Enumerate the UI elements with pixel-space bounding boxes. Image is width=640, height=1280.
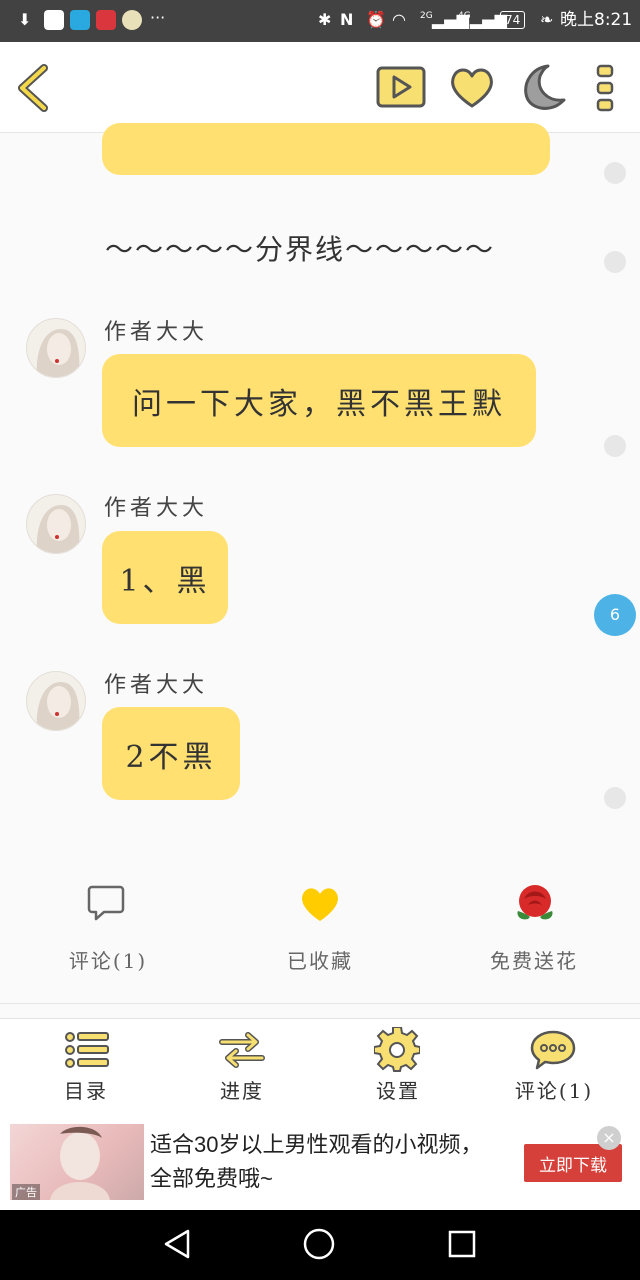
author-avatar[interactable] xyxy=(26,671,86,731)
bluetooth-icon: ✱ xyxy=(318,10,332,29)
nav-settings-label: 设置 xyxy=(376,1079,420,1103)
chat-area: ～～～～～分界线～～～～～ 作者大大 问一下大家，黑不黑王默 作者大大 1、黑 … xyxy=(0,123,640,873)
swap-arrows-icon xyxy=(219,1032,265,1068)
more-vertical-icon[interactable] xyxy=(594,64,616,112)
author-name: 作者大大 xyxy=(104,673,209,698)
alarm-icon: ⏰ xyxy=(366,10,386,29)
comment-icon xyxy=(87,885,125,921)
heart-icon[interactable] xyxy=(448,66,496,110)
reader-toolbar xyxy=(0,42,640,133)
ad-banner[interactable]: 广告 适合30岁以上男性观看的小视频，全部免费哦~ 立即下载 × xyxy=(0,1118,640,1210)
paragraph-comment-dot[interactable] xyxy=(604,251,626,273)
paragraph-comment-dot[interactable] xyxy=(604,787,626,809)
more-notifications-icon: ··· xyxy=(150,8,166,27)
nav-comments[interactable]: 评论(1) xyxy=(474,1019,634,1119)
nav-progress-label: 进度 xyxy=(220,1079,264,1103)
chat-bubble-icon xyxy=(530,1030,576,1070)
gear-icon xyxy=(374,1027,420,1072)
app-icon-1 xyxy=(44,10,64,30)
clock: 晚上8:21 xyxy=(560,10,633,30)
status-bar: ⬇ ··· ✱ N ⏰ ◠ 2G ▂▄▆ 4G ▂▄▆ 74 ❧ 晚上8:21 xyxy=(0,0,640,42)
moon-icon[interactable] xyxy=(518,62,566,112)
heart-filled-icon xyxy=(302,888,338,921)
collected-label: 已收藏 xyxy=(287,949,353,973)
nav-catalog-label: 目录 xyxy=(64,1079,108,1103)
back-triangle-icon[interactable] xyxy=(162,1228,194,1260)
comment-count-badge[interactable]: 6 xyxy=(594,594,636,636)
wifi-icon: ◠ xyxy=(392,10,406,29)
author-avatar[interactable] xyxy=(26,318,86,378)
paragraph-comment-dot[interactable] xyxy=(604,162,626,184)
comment-button[interactable]: 评论(1) xyxy=(28,873,188,993)
section-divider: ～～～～～分界线～～～～～ xyxy=(104,233,495,266)
author-avatar[interactable] xyxy=(26,494,86,554)
paragraph-comment-dot[interactable] xyxy=(604,435,626,457)
author-name: 作者大大 xyxy=(104,496,209,521)
play-icon[interactable] xyxy=(376,66,426,110)
download-icon: ⬇ xyxy=(18,10,32,29)
ad-text: 适合30岁以上男性观看的小视频，全部免费哦~ xyxy=(150,1132,483,1191)
list-icon xyxy=(65,1032,109,1068)
network-2g-label: 2G xyxy=(420,11,433,21)
app-icon-4 xyxy=(122,10,142,30)
nav-catalog[interactable]: 目录 xyxy=(6,1019,166,1119)
send-flower-button[interactable]: 免费送花 xyxy=(454,873,614,993)
leaf-icon: ❧ xyxy=(540,10,554,29)
nav-settings[interactable]: 设置 xyxy=(318,1019,478,1119)
app-icon-3 xyxy=(96,10,116,30)
recents-square-icon[interactable] xyxy=(446,1228,478,1260)
battery-level: 74 xyxy=(500,11,526,29)
message-bubble: 2不黑 xyxy=(102,707,240,800)
back-chevron-icon[interactable] xyxy=(14,64,54,112)
message-bubble: 1、黑 xyxy=(102,531,228,624)
reader-bottom-nav: 目录 进度 设置 评论(1) xyxy=(0,1018,640,1119)
collect-button[interactable]: 已收藏 xyxy=(240,873,400,993)
system-navigation-bar xyxy=(0,1210,640,1280)
comment-label: 评论(1) xyxy=(68,949,148,973)
nav-progress[interactable]: 进度 xyxy=(162,1019,322,1119)
message-bubble-partial xyxy=(102,123,550,175)
author-name: 作者大大 xyxy=(104,320,209,345)
network-4g-label: 4G xyxy=(458,11,471,21)
message-bubble: 问一下大家，黑不黑王默 xyxy=(102,354,536,447)
nfc-icon: N xyxy=(340,10,354,29)
ad-close-icon[interactable]: × xyxy=(597,1126,621,1150)
chapter-actions: 评论(1) 已收藏 免费送花 xyxy=(0,873,640,1004)
nav-comments-label: 评论(1) xyxy=(514,1079,594,1103)
flower-label: 免费送花 xyxy=(490,949,578,973)
rose-icon xyxy=(517,885,553,920)
home-circle-icon[interactable] xyxy=(302,1227,336,1261)
ad-tag: 广告 xyxy=(12,1184,40,1200)
telegram-icon xyxy=(70,10,90,30)
ad-image[interactable]: 广告 xyxy=(10,1124,144,1200)
